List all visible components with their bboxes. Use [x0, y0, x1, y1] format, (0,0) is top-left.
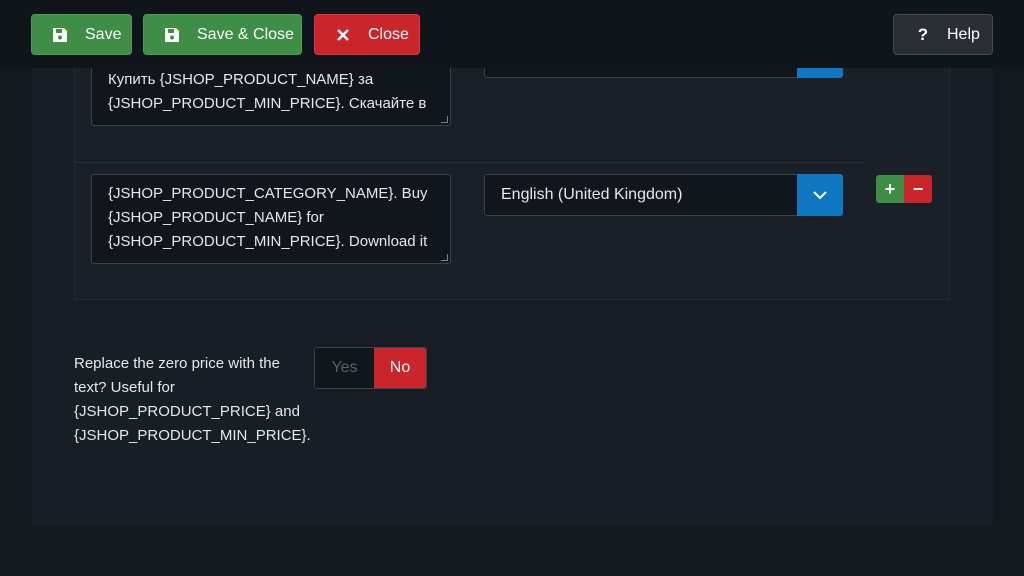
help-label: Help: [947, 25, 980, 43]
add-row-button[interactable]: +: [876, 175, 904, 203]
resize-grip[interactable]: [441, 254, 448, 261]
close-icon: [334, 26, 352, 44]
resize-grip[interactable]: [441, 116, 448, 123]
label-line: text? Useful for: [74, 379, 175, 396]
label-line: {JSHOP_PRODUCT_PRICE} and: [74, 403, 300, 420]
chevron-down-icon[interactable]: [797, 174, 843, 216]
zero-price-toggle: Yes No: [314, 347, 427, 389]
save-icon: [163, 26, 181, 44]
save-label: Save: [85, 25, 122, 43]
description-textarea-en[interactable]: {JSHOP_PRODUCT_CATEGORY_NAME}. Buy {JSHO…: [91, 174, 451, 264]
save-icon: [51, 26, 69, 44]
remove-row-button[interactable]: −: [904, 175, 932, 203]
save-close-label: Save & Close: [197, 25, 294, 43]
zero-price-label: Replace the zero price with the text? Us…: [74, 352, 314, 448]
label-line: {JSHOP_PRODUCT_MIN_PRICE}.: [74, 427, 311, 444]
help-icon: ?: [917, 24, 929, 44]
textarea-line: {JSHOP_PRODUCT_NAME} for: [108, 209, 324, 226]
textarea-line: {JSHOP_PRODUCT_MIN_PRICE}. Download it: [108, 233, 428, 250]
row-divider: [74, 162, 864, 163]
textarea-line: Купить {JSHOP_PRODUCT_NAME} за: [108, 71, 374, 88]
toolbar: Save Save & Close Close ? Help: [0, 0, 1024, 68]
close-label: Close: [368, 25, 409, 43]
textarea-line: {JSHOP_PRODUCT_MIN_PRICE}. Скачайте в: [108, 95, 427, 112]
language-select-en[interactable]: English (United Kingdom): [484, 174, 843, 216]
save-button[interactable]: Save: [31, 14, 132, 55]
save-and-close-button[interactable]: Save & Close: [143, 14, 302, 55]
toggle-no-option[interactable]: No: [374, 348, 426, 388]
toggle-yes-option[interactable]: Yes: [315, 348, 374, 388]
label-line: Replace the zero price with the: [74, 355, 280, 372]
help-button[interactable]: ? Help: [893, 14, 993, 55]
textarea-line: {JSHOP_PRODUCT_CATEGORY_NAME}. Buy: [108, 185, 428, 202]
language-select-value: English (United Kingdom): [501, 186, 683, 203]
close-button[interactable]: Close: [314, 14, 420, 55]
